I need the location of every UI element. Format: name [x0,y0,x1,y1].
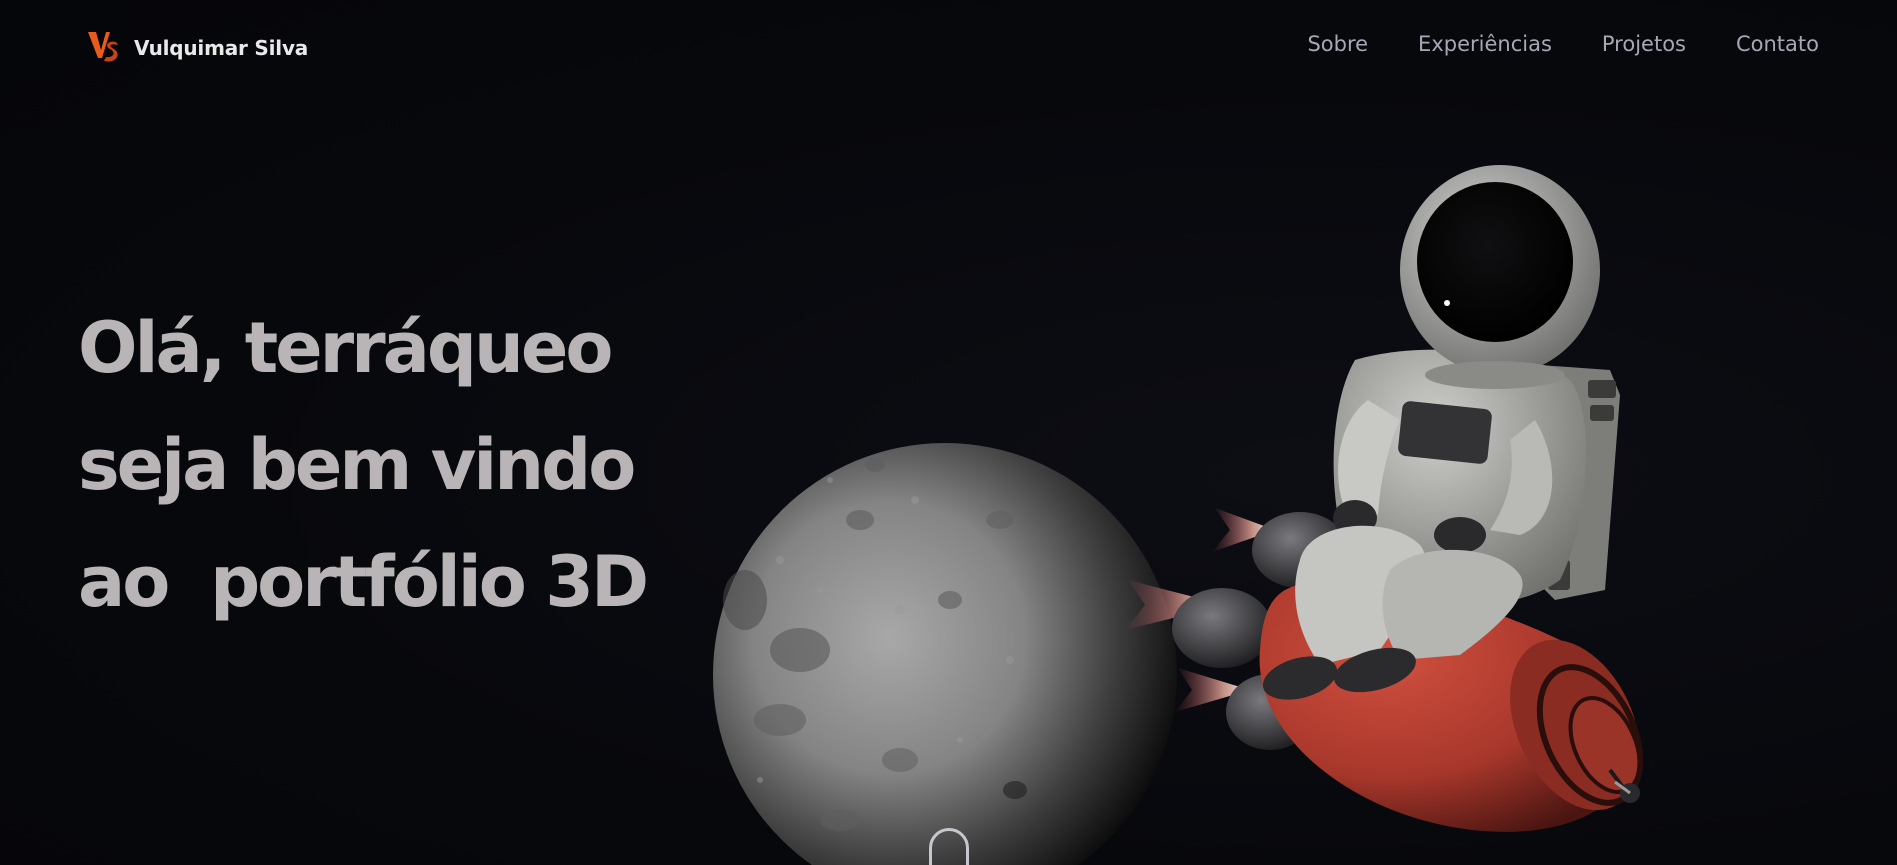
brand-link[interactable]: Vulquimar Silva [86,28,308,68]
astronaut-on-rocket-illustration [1125,165,1644,832]
vs-monogram-logo-icon [88,32,118,62]
hero-line-3: ao portfólio 3D [78,541,649,623]
page: Vulquimar Silva Sobre Experiências Proje… [0,0,1897,865]
hero-heading: Olá, terráqueo seja bem vindo ao portfól… [78,290,649,641]
hero-line-2: seja bem vindo [78,424,636,506]
nav-link-projetos[interactable]: Projetos [1602,32,1686,56]
nav-link-experiencias[interactable]: Experiências [1418,32,1552,56]
nav-link-sobre[interactable]: Sobre [1307,32,1368,56]
brand-name: Vulquimar Silva [134,36,309,60]
nav-link-contato[interactable]: Contato [1736,32,1819,56]
hero-line-1: Olá, terráqueo [78,307,613,389]
nav-links: Sobre Experiências Projetos Contato [1307,32,1819,56]
scroll-down-indicator-icon[interactable] [929,828,969,865]
navbar: Vulquimar Silva Sobre Experiências Proje… [0,0,1897,96]
moon-illustration [713,443,1177,865]
